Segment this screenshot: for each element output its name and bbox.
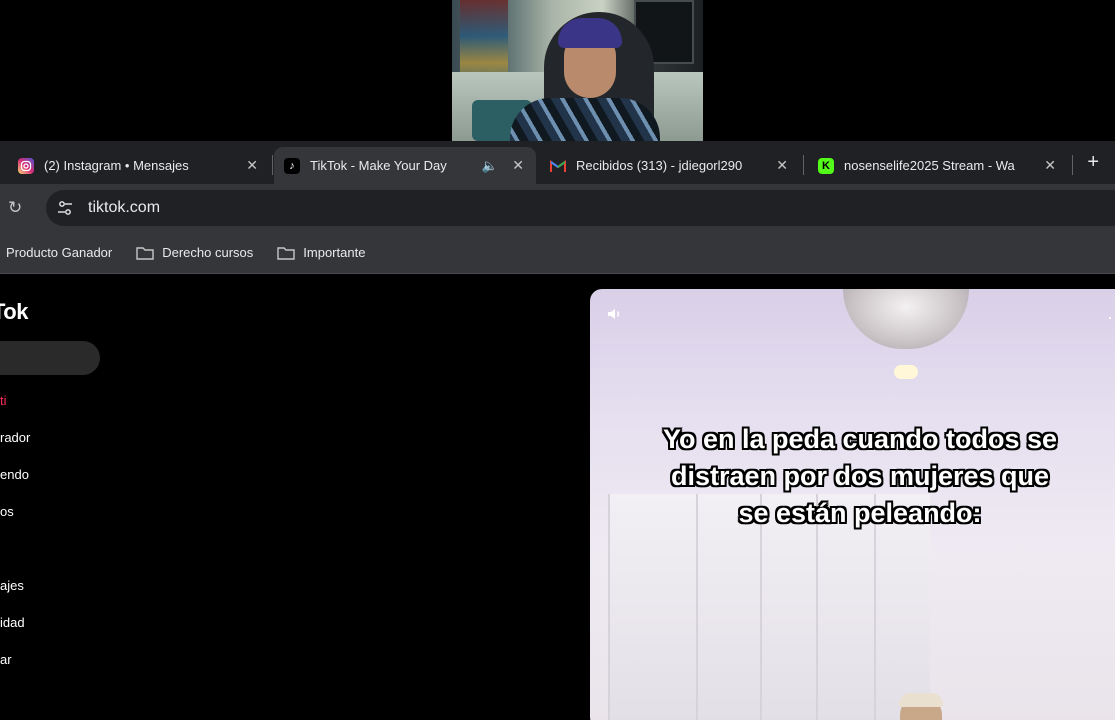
webcam-overlay	[452, 0, 703, 141]
beanie	[558, 18, 622, 48]
tab-gmail[interactable]: Recibidos (313) - jdiegorl290 ✕	[538, 147, 800, 184]
cap-in-video	[899, 693, 943, 707]
tiktok-icon: ♪	[284, 157, 300, 174]
site-settings-icon[interactable]	[54, 197, 76, 219]
tab-instagram[interactable]: (2) Instagram • Mensajes ✕	[8, 147, 270, 184]
bookmark-derecho-cursos[interactable]: Derecho cursos	[136, 245, 253, 260]
bookmark-importante[interactable]: Importante	[277, 245, 365, 260]
bookmark-label: Producto Ganador	[6, 245, 113, 260]
tab-separator	[1072, 155, 1073, 175]
volume-icon[interactable]	[606, 305, 624, 328]
tab-strip: (2) Instagram • Mensajes ✕ ♪ TikTok - Ma…	[0, 141, 1115, 184]
bookmark-label: Derecho cursos	[162, 245, 254, 260]
more-options-icon[interactable]: ···	[1107, 307, 1115, 328]
ceiling-lamp	[843, 289, 969, 349]
toolbar: ↻ tiktok.com	[0, 184, 1115, 232]
gmail-icon	[550, 158, 566, 174]
bookmark-producto-ganador[interactable]: Producto Ganador	[6, 245, 112, 260]
tab-separator	[272, 155, 273, 175]
video-player[interactable]: ··· Yo en la peda cuando todos se distra…	[590, 289, 1115, 720]
close-icon[interactable]: ✕	[246, 157, 258, 174]
tiktok-logo[interactable]: Tok	[0, 299, 28, 325]
close-icon[interactable]: ✕	[512, 157, 524, 174]
kick-icon: K	[818, 157, 834, 174]
sidebar-item-actividad[interactable]: idad	[0, 615, 25, 630]
new-tab-button[interactable]: +	[1087, 151, 1099, 174]
tab-kick[interactable]: K nosenselife2025 Stream - Wa ✕	[806, 147, 1068, 184]
sidebar-item-mensajes[interactable]: ajes	[0, 578, 24, 593]
speaker-icon[interactable]: 🔈	[482, 158, 498, 174]
search-input[interactable]	[0, 341, 100, 375]
instagram-icon	[18, 157, 34, 174]
video-caption: Yo en la peda cuando todos se distraen p…	[662, 424, 1058, 528]
reload-icon[interactable]: ↻	[8, 198, 22, 218]
sidebar-item-explorador[interactable]: rador	[0, 430, 30, 445]
sidebar-item-cargar[interactable]: ar	[0, 652, 12, 667]
lamp-bulb	[894, 365, 918, 379]
tab-separator	[803, 155, 804, 175]
tab-title: TikTok - Make Your Day	[310, 158, 447, 173]
bookmark-label: Importante	[303, 245, 366, 260]
close-icon[interactable]: ✕	[1044, 157, 1056, 174]
tab-title: nosenselife2025 Stream - Wa	[844, 158, 1015, 173]
sidebar-item-siguiendo[interactable]: endo	[0, 467, 29, 482]
tiktok-page: Tok ti rador endo os ajes idad ar ··· Yo…	[0, 275, 1115, 720]
folder-icon	[136, 246, 154, 260]
shirt	[510, 98, 660, 141]
sidebar-item-amigos[interactable]: os	[0, 504, 14, 519]
sidebar-item-para-ti[interactable]: ti	[0, 393, 7, 408]
tab-tiktok[interactable]: ♪ TikTok - Make Your Day 🔈 ✕	[274, 147, 536, 184]
tab-title: (2) Instagram • Mensajes	[44, 158, 189, 173]
folder-icon	[277, 246, 295, 260]
browser-window: (2) Instagram • Mensajes ✕ ♪ TikTok - Ma…	[0, 141, 1115, 720]
bookmarks-bar: Producto Ganador Derecho cursos Importan…	[0, 232, 1115, 274]
address-bar[interactable]: tiktok.com	[46, 190, 1115, 226]
url-text: tiktok.com	[88, 199, 161, 216]
close-icon[interactable]: ✕	[776, 157, 788, 174]
tab-title: Recibidos (313) - jdiegorl290	[576, 158, 743, 173]
